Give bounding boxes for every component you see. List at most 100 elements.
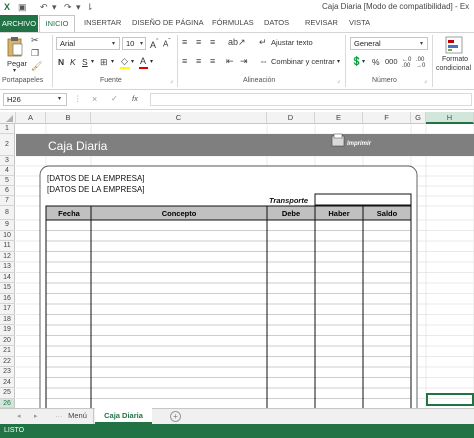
column-header-g[interactable]: G	[411, 112, 426, 124]
borders-dropdown-icon[interactable]: ▾	[111, 58, 114, 65]
align-top-icon[interactable]: ≡	[182, 37, 187, 47]
save-icon[interactable]: ▣	[18, 2, 27, 13]
tab-insertar[interactable]: INSERTAR	[84, 18, 121, 27]
number-dialog-launcher-icon[interactable]: ⌟	[424, 77, 427, 84]
row-header-2[interactable]: 2	[0, 134, 15, 156]
merge-dropdown-icon[interactable]: ▾	[337, 58, 340, 65]
column-header-a[interactable]: A	[16, 112, 46, 124]
row-header-9[interactable]: 9	[0, 220, 15, 231]
conditional-format-label[interactable]: Formato	[442, 56, 468, 63]
increase-indent-icon[interactable]: ⇥	[240, 56, 248, 66]
underline-button[interactable]: S	[82, 57, 88, 67]
undo-dropdown-icon[interactable]: ▾	[52, 2, 57, 13]
tab-formulas[interactable]: FÓRMULAS	[212, 18, 254, 27]
paste-dropdown-icon[interactable]: ▾	[13, 67, 16, 74]
merge-center-button[interactable]: Combinar y centrar	[271, 57, 335, 66]
column-header-h[interactable]: H	[426, 112, 474, 124]
company-line-1[interactable]: [DATOS DE LA EMPRESA]	[47, 174, 145, 183]
increase-decimal-icon[interactable]: ←0.00	[402, 57, 411, 69]
tab-vista[interactable]: VISTA	[349, 18, 370, 27]
column-header-d[interactable]: D	[267, 112, 315, 124]
currency-icon[interactable]: 💲	[351, 56, 362, 66]
conditional-format-label2[interactable]: condicional	[436, 65, 471, 72]
row-header-22[interactable]: 22	[0, 356, 15, 367]
redo-icon[interactable]: ↷	[64, 2, 72, 13]
row-header-23[interactable]: 23	[0, 367, 15, 378]
row-header-15[interactable]: 15	[0, 283, 15, 294]
row-header-6[interactable]: 6	[0, 186, 15, 196]
add-sheet-icon[interactable]: +	[170, 411, 181, 422]
paste-button[interactable]	[6, 36, 24, 58]
row-header-14[interactable]: 14	[0, 272, 15, 283]
column-header-c[interactable]: C	[91, 112, 267, 124]
column-header-f[interactable]: F	[363, 112, 411, 124]
column-header-b[interactable]: B	[46, 112, 91, 124]
tab-diseno-de-pagina[interactable]: DISEÑO DE PÁGINA	[132, 18, 204, 27]
wrap-text-button[interactable]: Ajustar texto	[271, 38, 313, 47]
scroll-tabs-left-icon[interactable]: ◂	[17, 412, 21, 420]
align-center-icon[interactable]: ≡	[196, 56, 201, 66]
row-header-13[interactable]: 13	[0, 262, 15, 273]
font-size-dropdown-icon[interactable]: ▾	[140, 39, 143, 49]
row-header-20[interactable]: 20	[0, 335, 15, 346]
font-name-dropdown-icon[interactable]: ▾	[112, 39, 115, 49]
percent-button[interactable]: %	[372, 57, 380, 67]
row-header-18[interactable]: 18	[0, 314, 15, 325]
format-painter-icon[interactable]: 🖌	[31, 61, 42, 71]
tab-inicio[interactable]: INICIO	[39, 15, 75, 32]
number-format-select[interactable]: General	[350, 37, 428, 50]
undo-icon[interactable]: ↶	[40, 2, 48, 13]
wrap-text-icon[interactable]: ↵	[259, 37, 267, 47]
row-header-16[interactable]: 16	[0, 293, 15, 304]
italic-button[interactable]: K	[70, 57, 76, 67]
decrease-decimal-icon[interactable]: .00 →0	[416, 57, 425, 69]
decrease-indent-icon[interactable]: ⇤	[226, 56, 234, 66]
insert-function-icon[interactable]: fx	[132, 94, 138, 103]
thousands-button[interactable]: 000	[385, 57, 398, 66]
row-header-24[interactable]: 24	[0, 377, 15, 388]
row-header-8[interactable]: 8	[0, 206, 15, 220]
underline-dropdown-icon[interactable]: ▾	[91, 58, 94, 65]
font-color-icon[interactable]: A	[140, 56, 146, 66]
orientation-icon[interactable]: ab↗	[228, 37, 246, 47]
select-all-corner[interactable]	[0, 112, 16, 124]
sheet-tab-menu[interactable]: Menú	[62, 409, 94, 424]
align-middle-icon[interactable]: ≡	[196, 37, 201, 47]
align-bottom-icon[interactable]: ≡	[210, 37, 215, 47]
sheet-tab-caja-diaria[interactable]: Caja Diaria	[95, 408, 152, 424]
fill-color-icon[interactable]: ◇	[121, 56, 128, 66]
row-header-1[interactable]: 1	[0, 124, 15, 134]
tab-datos[interactable]: DATOS	[264, 18, 289, 27]
row-header-10[interactable]: 10	[0, 230, 15, 241]
company-line-2[interactable]: [DATOS DE LA EMPRESA]	[47, 185, 145, 194]
active-cell-h26[interactable]	[426, 393, 474, 406]
font-name-select[interactable]: Arial	[56, 37, 120, 50]
font-color-dropdown-icon[interactable]: ▾	[150, 58, 153, 65]
redo-dropdown-icon[interactable]: ▾	[76, 2, 81, 13]
increase-font-icon[interactable]: Aˆ	[150, 37, 159, 50]
bold-button[interactable]: N	[58, 57, 64, 67]
row-header-26[interactable]: 26	[0, 398, 15, 408]
align-left-icon[interactable]: ≡	[182, 56, 187, 66]
enter-formula-icon[interactable]: ✓	[111, 94, 118, 103]
font-dialog-launcher-icon[interactable]: ⌟	[170, 77, 173, 84]
row-header-25[interactable]: 25	[0, 388, 15, 399]
fill-color-dropdown-icon[interactable]: ▾	[131, 58, 134, 65]
transport-value-cell[interactable]	[314, 193, 412, 206]
scroll-tabs-right-icon[interactable]: ▸	[34, 412, 38, 420]
row-header-21[interactable]: 21	[0, 346, 15, 357]
currency-dropdown-icon[interactable]: ▾	[362, 58, 365, 65]
paste-label[interactable]: Pegar	[7, 59, 27, 68]
name-box-dropdown-icon[interactable]: ▾	[58, 95, 61, 102]
align-right-icon[interactable]: ≡	[210, 56, 215, 66]
tab-revisar[interactable]: REVISAR	[305, 18, 338, 27]
conditional-format-button[interactable]	[445, 36, 463, 54]
row-header-12[interactable]: 12	[0, 251, 15, 262]
print-label[interactable]: Imprimir	[347, 141, 372, 147]
merge-center-icon[interactable]: ⇔	[259, 56, 268, 66]
row-header-17[interactable]: 17	[0, 304, 15, 315]
row-header-19[interactable]: 19	[0, 325, 15, 336]
tab-archivo[interactable]: ARCHIVO	[0, 15, 38, 32]
cancel-formula-icon[interactable]: ×	[92, 94, 97, 104]
customize-quick-access-icon[interactable]: ⇂	[86, 2, 94, 13]
